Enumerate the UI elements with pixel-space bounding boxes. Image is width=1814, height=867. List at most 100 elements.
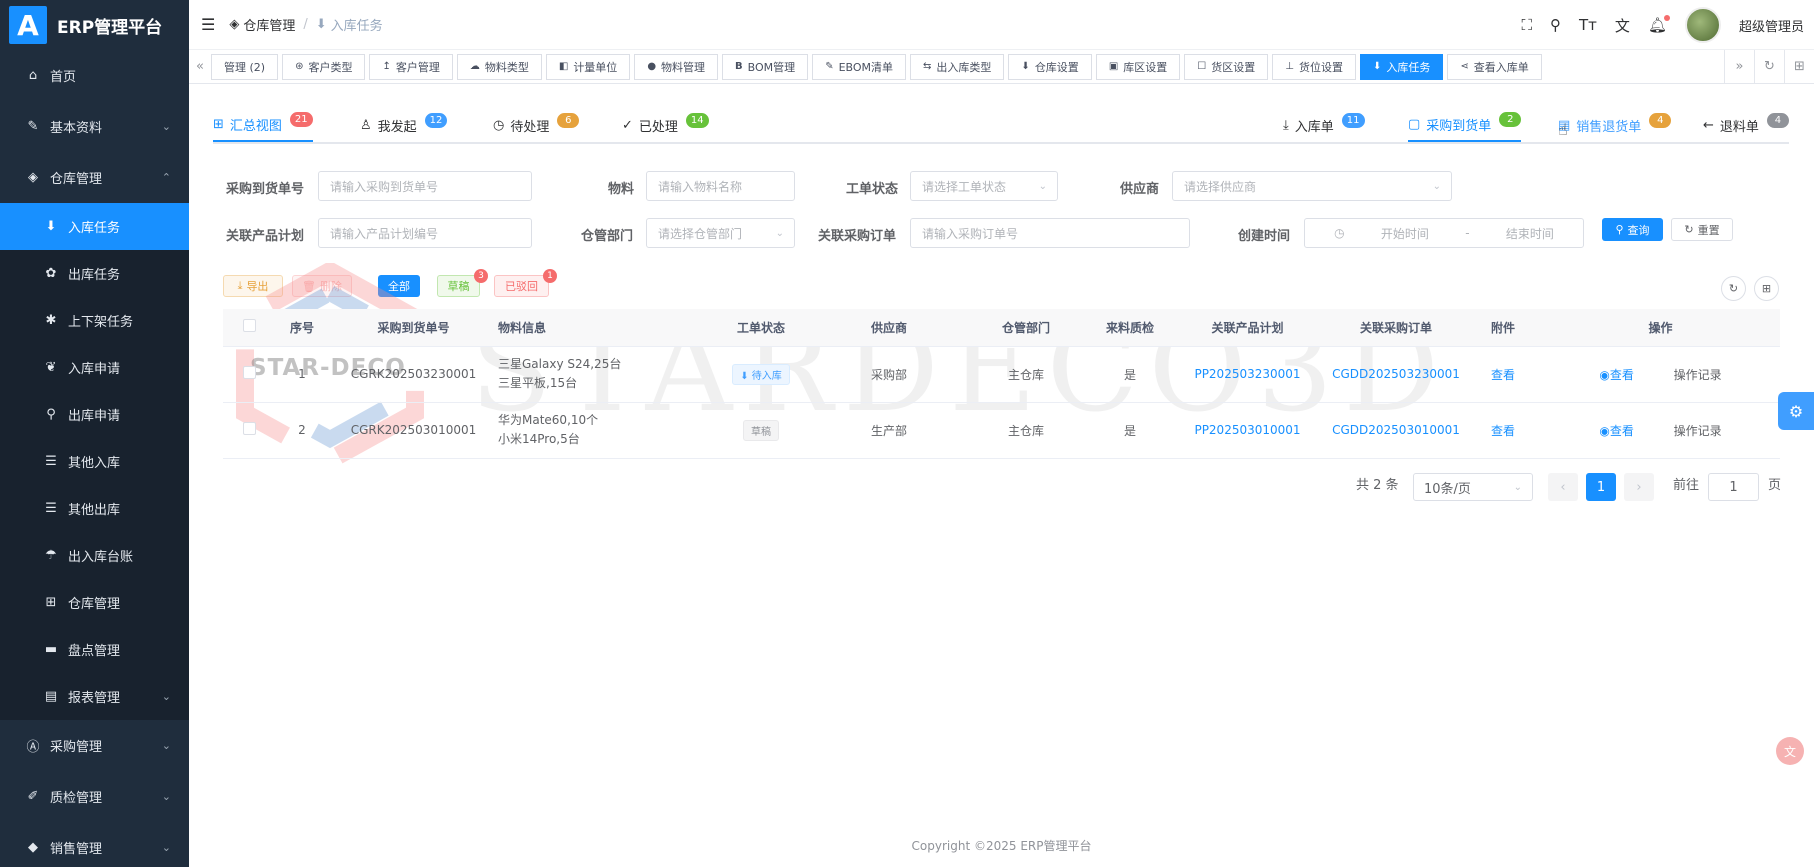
prev-page-button[interactable]: ‹: [1548, 473, 1578, 501]
sidebar-item-ledger[interactable]: ☂ 出入库台账: [0, 532, 189, 579]
tab-return-material[interactable]: ← 退料单 4: [1703, 108, 1789, 142]
font-size-icon[interactable]: Tт: [1579, 16, 1597, 34]
settings-float-button[interactable]: ⚙: [1778, 392, 1814, 430]
hamburger-icon[interactable]: ☰: [201, 15, 215, 34]
tag-item-active[interactable]: ⬇ 入库任务: [1359, 53, 1444, 80]
tag-item[interactable]: ↥ 客户管理: [369, 53, 453, 80]
cell-po[interactable]: CGDD202503230001: [1327, 346, 1465, 403]
sidebar-item-basic[interactable]: ✎ 基本资料 ⌄: [0, 101, 189, 152]
start-date-input[interactable]: 开始时间: [1381, 225, 1429, 242]
bell-icon[interactable]: 🔔︎: [1648, 15, 1671, 34]
po-input[interactable]: 请输入采购订单号: [910, 218, 1190, 248]
tag-item[interactable]: ◧ 计量单位: [545, 53, 631, 80]
sidebar-item-outbound-task[interactable]: ✿ 出库任务: [0, 250, 189, 297]
sidebar-item-other-inbound[interactable]: ☰ 其他入库: [0, 438, 189, 485]
view-button[interactable]: ◉查看: [1599, 368, 1634, 382]
sidebar-item-inbound-task[interactable]: ⬇ 入库任务: [0, 203, 189, 250]
tag-item[interactable]: ☐ 货区设置: [1184, 53, 1269, 80]
end-date-input[interactable]: 结束时间: [1506, 225, 1554, 242]
sidebar-item-warehouse-manage[interactable]: ⊞ 仓库管理: [0, 579, 189, 626]
po-link[interactable]: CGDD202503010001: [1332, 423, 1460, 437]
cell-attachment[interactable]: 查看: [1465, 346, 1541, 403]
cell-plan[interactable]: PP202503230001: [1168, 346, 1327, 403]
tag-item[interactable]: ⋖ 查看入库单: [1447, 53, 1542, 80]
plan-input[interactable]: 请输入产品计划编号: [318, 218, 532, 248]
column-settings-button[interactable]: ⊞: [1754, 276, 1779, 301]
tag-item[interactable]: ▣ 库区设置: [1095, 53, 1181, 80]
sidebar-item-inventory[interactable]: ▬ 盘点管理: [0, 626, 189, 673]
sidebar-item-shelf-task[interactable]: ✱ 上下架任务: [0, 297, 189, 344]
tab-inbound-order[interactable]: ⤓ 入库单 11: [1283, 108, 1365, 142]
goto-page-input[interactable]: 1: [1708, 473, 1759, 501]
tab-purchase-arrival[interactable]: ▢ 采购到货单 2: [1408, 108, 1522, 142]
translate-float-button[interactable]: 文: [1776, 737, 1804, 765]
search-icon[interactable]: ⚲: [1550, 16, 1561, 34]
sidebar-item-other-outbound[interactable]: ☰ 其他出库: [0, 485, 189, 532]
page-size-select[interactable]: 10条/页 ⌄: [1413, 473, 1533, 501]
app-logo[interactable]: A ERP管理平台: [0, 0, 189, 50]
plan-link[interactable]: PP202503230001: [1194, 367, 1300, 381]
tag-item[interactable]: ⊛ 客户类型: [282, 53, 366, 80]
filter-returned-button[interactable]: 已驳回 1: [494, 269, 557, 297]
status-select[interactable]: 请选择工单状态 ⌄: [910, 171, 1058, 201]
cell-plan[interactable]: PP202503010001: [1168, 402, 1327, 459]
fullscreen-icon[interactable]: ⛶: [1522, 16, 1533, 34]
breadcrumb-item-warehouse[interactable]: 仓库管理: [243, 15, 295, 34]
refresh-table-button[interactable]: ↻: [1721, 276, 1746, 301]
cell-po[interactable]: CGDD202503010001: [1327, 402, 1465, 459]
sidebar-item-outbound-apply[interactable]: ⚲ 出库申请: [0, 391, 189, 438]
sidebar-item-home[interactable]: ⌂ 首页: [0, 50, 189, 101]
sidebar-item-report[interactable]: ▤ 报表管理 ⌄: [0, 673, 189, 720]
select-all-checkbox[interactable]: [223, 309, 275, 347]
tag-item[interactable]: ⊥ 货位设置: [1272, 53, 1356, 80]
dept-select[interactable]: 请选择仓管部门 ⌄: [646, 218, 795, 248]
avatar[interactable]: [1684, 7, 1721, 43]
row-checkbox[interactable]: [223, 346, 275, 403]
tab-summary[interactable]: ⊞ 汇总视图 21: [213, 108, 313, 142]
arrival-no-input[interactable]: 请输入采购到货单号: [318, 171, 532, 201]
query-button[interactable]: ⚲ 查询: [1602, 218, 1663, 241]
date-range-picker[interactable]: ◷ 开始时间 - 结束时间: [1304, 218, 1584, 248]
tag-item[interactable]: ✎ EBOM清单: [812, 53, 907, 80]
sidebar-item-qc[interactable]: ✐ 质检管理 ⌄: [0, 771, 189, 822]
po-link[interactable]: CGDD202503230001: [1332, 367, 1460, 381]
refresh-icon[interactable]: ↻: [1754, 50, 1784, 83]
tags-prev-icon[interactable]: «: [189, 59, 211, 74]
material-input[interactable]: 请输入物料名称: [646, 171, 795, 201]
log-button[interactable]: 操作记录: [1674, 368, 1722, 382]
table-row[interactable]: 2 CGRK202503010001 华为Mate60,10个 小米14Pro,…: [223, 402, 1780, 459]
view-button[interactable]: ◉查看: [1599, 424, 1634, 438]
tag-item[interactable]: B BOM管理: [722, 53, 809, 80]
attachment-link[interactable]: 查看: [1491, 368, 1515, 382]
cell-attachment[interactable]: 查看: [1465, 402, 1541, 459]
tag-item[interactable]: 管理 (2): [211, 53, 279, 80]
tab-sales-return[interactable]: ▤ 销售退货单 4: [1558, 108, 1672, 142]
grid-menu-icon[interactable]: ⊞: [1784, 50, 1814, 83]
tab-pending[interactable]: ◷ 待处理 6: [493, 108, 580, 142]
sidebar-item-sales[interactable]: ◆ 销售管理 ⌄: [0, 822, 189, 867]
tag-item[interactable]: ⬇ 仓库设置: [1008, 53, 1092, 80]
tab-initiated[interactable]: ♙ 我发起 12: [360, 108, 448, 142]
page-number-current[interactable]: 1: [1586, 473, 1616, 501]
table-row[interactable]: 1 CGRK202503230001 三星Galaxy S24,25台 三星平板…: [223, 346, 1780, 403]
reset-button[interactable]: ↻ 重置: [1671, 218, 1733, 241]
sidebar-item-inbound-apply[interactable]: ❦ 入库申请: [0, 344, 189, 391]
plan-link[interactable]: PP202503010001: [1194, 423, 1300, 437]
attachment-link[interactable]: 查看: [1491, 424, 1515, 438]
supplier-select[interactable]: 请选择供应商 ⌄: [1172, 171, 1452, 201]
tab-processed[interactable]: ✓ 已处理 14: [622, 108, 709, 142]
export-button[interactable]: ⤓ 导出: [223, 275, 283, 297]
translate-icon[interactable]: 文: [1615, 15, 1630, 36]
filter-all-button[interactable]: 全部: [378, 275, 420, 297]
tag-item[interactable]: ● 物料管理: [634, 53, 719, 80]
next-page-button[interactable]: ›: [1624, 473, 1654, 501]
tags-next-icon[interactable]: »: [1724, 50, 1754, 83]
log-button[interactable]: 操作记录: [1674, 424, 1722, 438]
sidebar-item-warehouse[interactable]: ◈ 仓库管理 ⌃: [0, 152, 189, 203]
filter-draft-button[interactable]: 草稿 3: [437, 269, 488, 297]
sidebar-item-purchase[interactable]: Ⓐ 采购管理 ⌄: [0, 720, 189, 771]
tag-item[interactable]: ☁ 物料类型: [456, 53, 542, 80]
delete-button[interactable]: 🗑︎ 删除: [292, 275, 352, 297]
row-checkbox[interactable]: [223, 402, 275, 459]
user-name[interactable]: 超级管理员: [1739, 16, 1804, 35]
